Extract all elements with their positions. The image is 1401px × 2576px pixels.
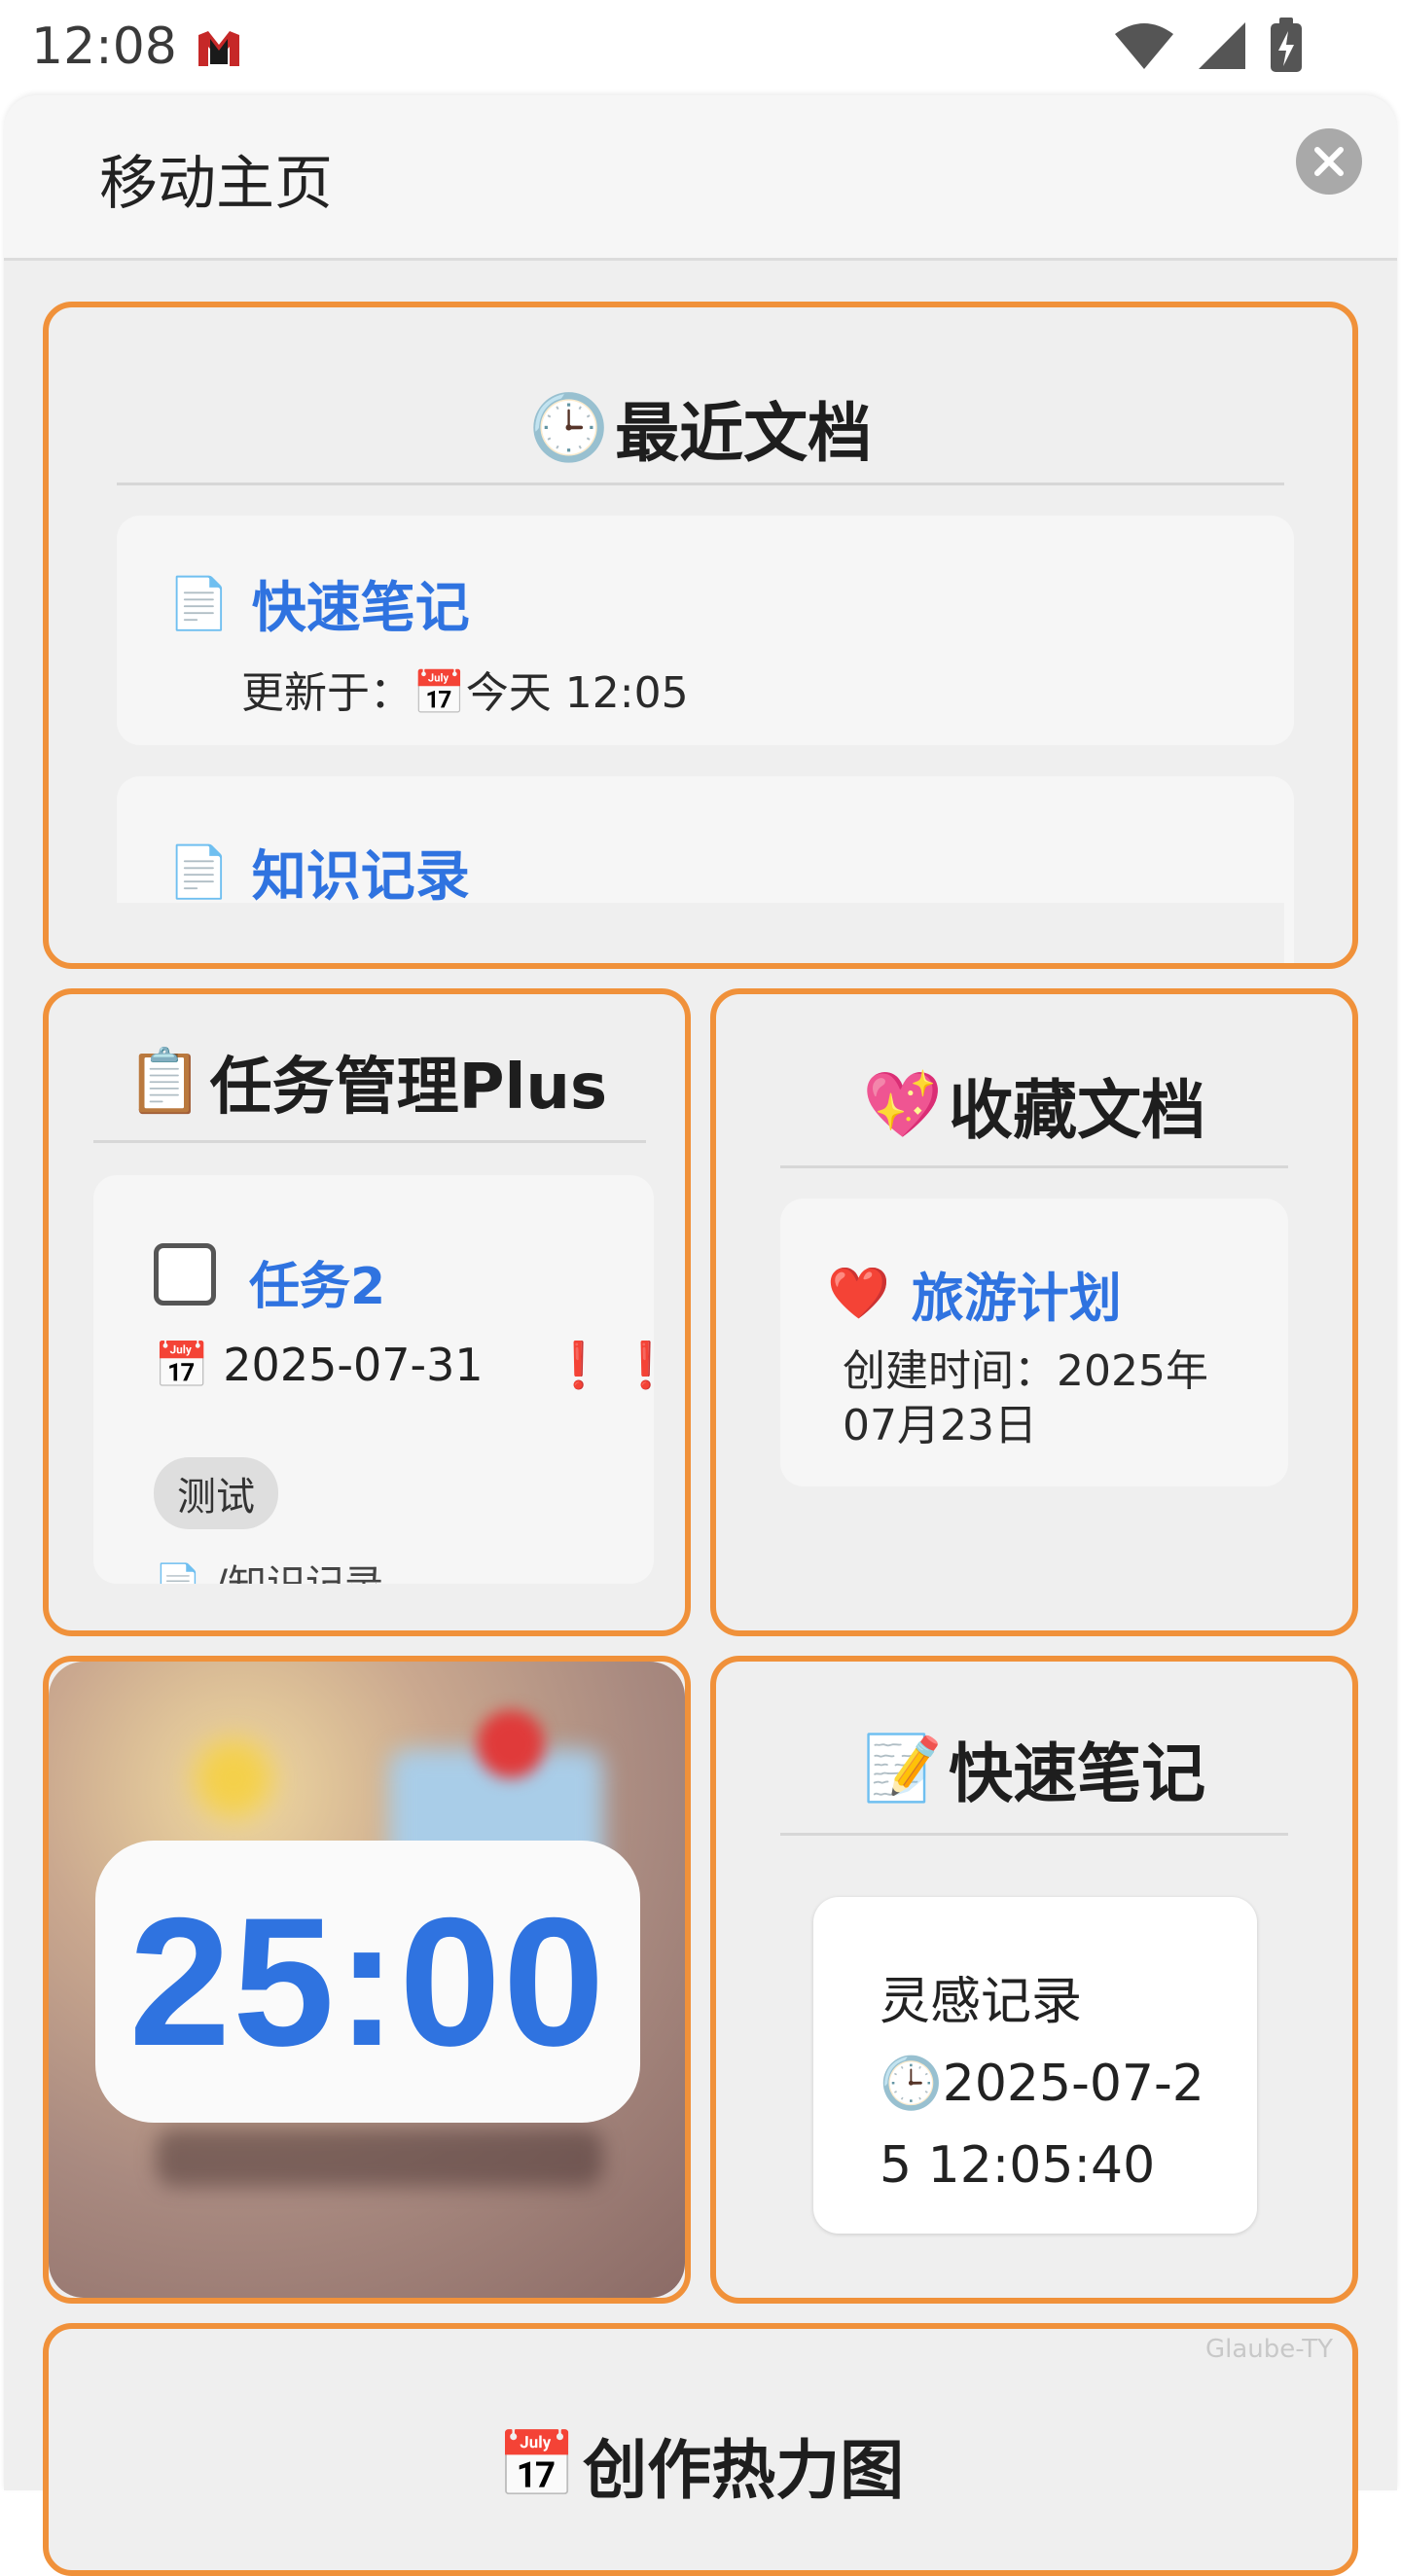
status-bar: 12:08 — [0, 0, 1401, 95]
watermark: Glaube-TY — [1204, 2335, 1333, 2364]
timer-time: 25:00 — [128, 1879, 607, 2084]
priority-icon: ❗❗ — [551, 1339, 654, 1391]
heatmap-card: 📅 创作热力图 — [43, 2323, 1358, 2576]
timer-display[interactable]: 25:00 — [95, 1841, 640, 2123]
task-plus-title: 📋 任务管理Plus — [126, 1046, 608, 1124]
task-item[interactable]: 任务2 📅 2025-07-31 ❗❗ 测试 📄 /知识记录 — [93, 1175, 654, 1584]
recent-doc-title[interactable]: 知识记录 — [252, 833, 470, 912]
divider — [93, 1140, 646, 1143]
recent-doc-item[interactable]: 📄 快速笔记 更新于：📅今天 12:05 — [117, 516, 1294, 745]
favorite-created: 创建时间：2025年07月23日 — [843, 1346, 1208, 1450]
memo-icon: 📝 — [862, 1731, 944, 1806]
quick-note-item[interactable]: 灵感记录 🕒2025-07-25 12:05:40 — [813, 1897, 1257, 2234]
wifi-icon — [1115, 23, 1173, 69]
close-button[interactable] — [1296, 128, 1362, 195]
task-plus-card: 📋 任务管理Plus 任务2 📅 2025-07-31 ❗❗ 测试 📄 /知识记… — [43, 988, 691, 1636]
calendar-icon: 📅 — [496, 2427, 578, 2502]
note-title: 灵感记录 — [880, 1973, 1083, 2031]
favorites-title: 💖 收藏文档 — [862, 1067, 1206, 1149]
divider — [117, 483, 1284, 485]
app-notification-icon — [198, 31, 239, 66]
calendar-icon: 📅 — [154, 1339, 210, 1391]
favorite-item[interactable]: ❤️ 旅游计划 创建时间：2025年07月23日 — [780, 1199, 1288, 1486]
task-due-date: 📅 2025-07-31 — [154, 1339, 484, 1391]
divider — [780, 1833, 1288, 1836]
pomodoro-widget[interactable]: 25:00 — [49, 1662, 685, 2298]
battery-charging-icon — [1271, 18, 1302, 72]
calendar-icon: 📅 — [413, 668, 466, 718]
favorites-card: 💖 收藏文档 ❤️ 旅游计划 创建时间：2025年07月23日 — [710, 988, 1358, 1636]
status-time: 12:08 — [31, 18, 177, 76]
divider — [780, 1165, 1288, 1168]
heart-icon: ❤️ — [827, 1264, 890, 1323]
sheet-title: 移动主页 — [99, 150, 333, 218]
recent-docs-title: 🕒 最近文档 — [528, 390, 873, 472]
sheet-header: 移动主页 — [4, 95, 1397, 261]
task-title[interactable]: 任务2 — [249, 1245, 385, 1318]
close-icon — [1314, 147, 1344, 176]
clipboard-icon: 📋 — [126, 1046, 204, 1118]
heatmap-title: 📅 创作热力图 — [496, 2427, 905, 2509]
sparkling-heart-icon: 💖 — [862, 1067, 944, 1142]
cell-signal-icon — [1199, 22, 1245, 69]
status-icons — [1113, 18, 1304, 74]
scroll-clip — [117, 903, 1284, 963]
task-doc-path[interactable]: 📄 /知识记录 — [154, 1553, 383, 1584]
clock-icon: 🕒 — [528, 390, 610, 465]
task-checkbox[interactable] — [154, 1243, 216, 1306]
document-icon: 📄 — [167, 842, 231, 902]
document-icon: 📄 — [167, 574, 231, 633]
recent-doc-updated: 更新于：📅今天 12:05 — [241, 668, 689, 718]
task-tag[interactable]: 测试 — [154, 1457, 278, 1529]
recent-docs-card: 🕒 最近文档 📄 快速笔记 更新于：📅今天 12:05 📄 知识记录 — [43, 302, 1358, 969]
quick-note-title: 📝 快速笔记 — [862, 1731, 1206, 1812]
favorite-title[interactable]: 旅游计划 — [912, 1255, 1122, 1332]
note-timestamp: 🕒2025-07-25 12:05:40 — [880, 2055, 1204, 2195]
recent-doc-title[interactable]: 快速笔记 — [252, 564, 470, 643]
